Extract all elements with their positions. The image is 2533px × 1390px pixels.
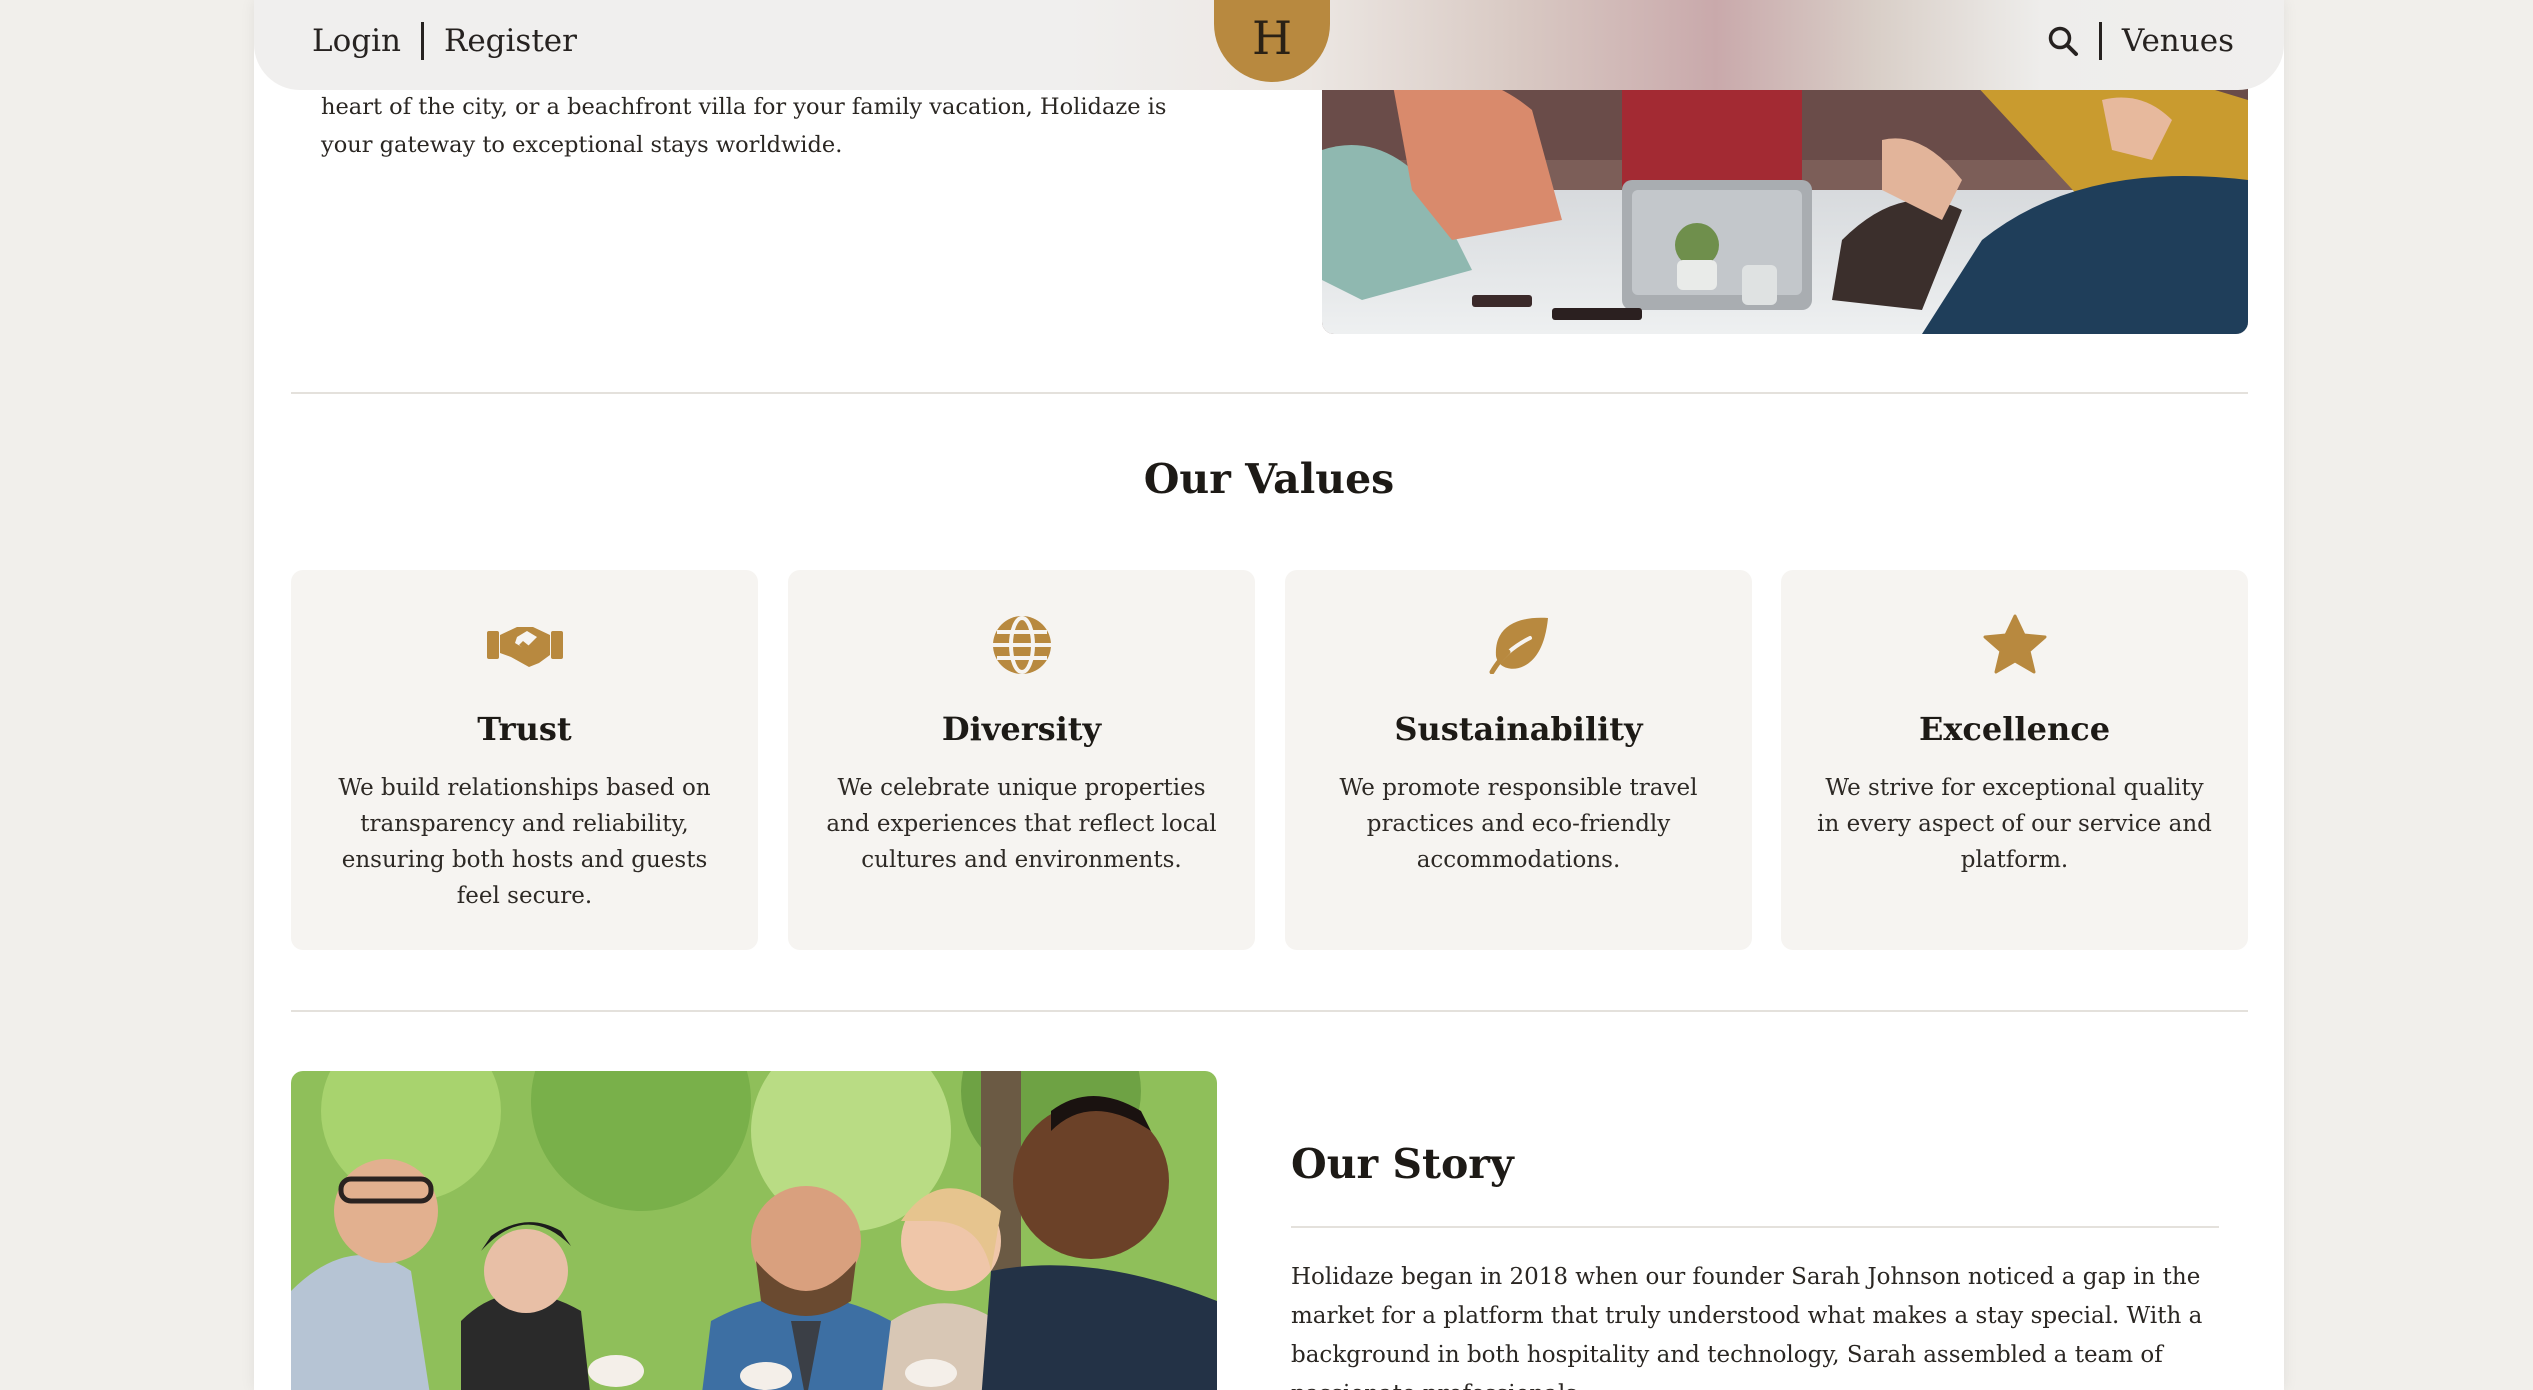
right-nav: Venues	[2047, 22, 2234, 60]
value-card-diversity: Diversity We celebrate unique properties…	[788, 570, 1255, 950]
value-card-trust: Trust We build relationships based on tr…	[291, 570, 758, 950]
site-header: Login Register H Venues	[254, 0, 2284, 90]
value-title: Trust	[477, 710, 572, 748]
intro-paragraph: heart of the city, or a beachfront villa…	[321, 94, 1167, 158]
globe-icon	[788, 610, 1255, 680]
login-link[interactable]: Login	[312, 23, 401, 59]
register-link[interactable]: Register	[444, 23, 577, 59]
story-divider	[1291, 1226, 2219, 1228]
value-title: Diversity	[941, 710, 1102, 748]
section-divider	[291, 392, 2248, 394]
value-description: We promote responsible travel practices …	[1339, 775, 1698, 873]
auth-links: Login Register	[312, 22, 577, 60]
value-card-excellence: Excellence We strive for exceptional qua…	[1781, 570, 2248, 950]
logo-letter: H	[1251, 11, 1293, 65]
story-paragraph: Holidaze began in 2018 when our founder …	[1291, 1264, 2203, 1390]
nav-separator	[2098, 22, 2102, 60]
venues-link[interactable]: Venues	[2122, 23, 2234, 59]
value-description: We build relationships based on transpar…	[338, 775, 711, 909]
story-heading: Our Story	[1291, 1140, 1514, 1188]
value-card-sustainability: Sustainability We promote responsible tr…	[1285, 570, 1752, 950]
page: Login Register H Venues heart of the cit…	[254, 0, 2284, 1390]
star-icon	[1781, 610, 2248, 680]
site-logo[interactable]: H	[1214, 0, 1330, 82]
value-description: We strive for exceptional quality in eve…	[1817, 775, 2212, 873]
value-title: Excellence	[1918, 710, 2111, 748]
team-outdoor-photo	[291, 1071, 1217, 1390]
leaf-icon	[1285, 610, 1752, 680]
handshake-icon	[291, 610, 758, 680]
section-divider	[291, 1010, 2248, 1012]
search-icon[interactable]	[2047, 25, 2079, 57]
nav-separator	[420, 22, 424, 60]
values-heading: Our Values	[1143, 455, 1395, 503]
value-description: We celebrate unique properties and exper…	[826, 775, 1217, 873]
value-title: Sustainability	[1394, 710, 1643, 748]
